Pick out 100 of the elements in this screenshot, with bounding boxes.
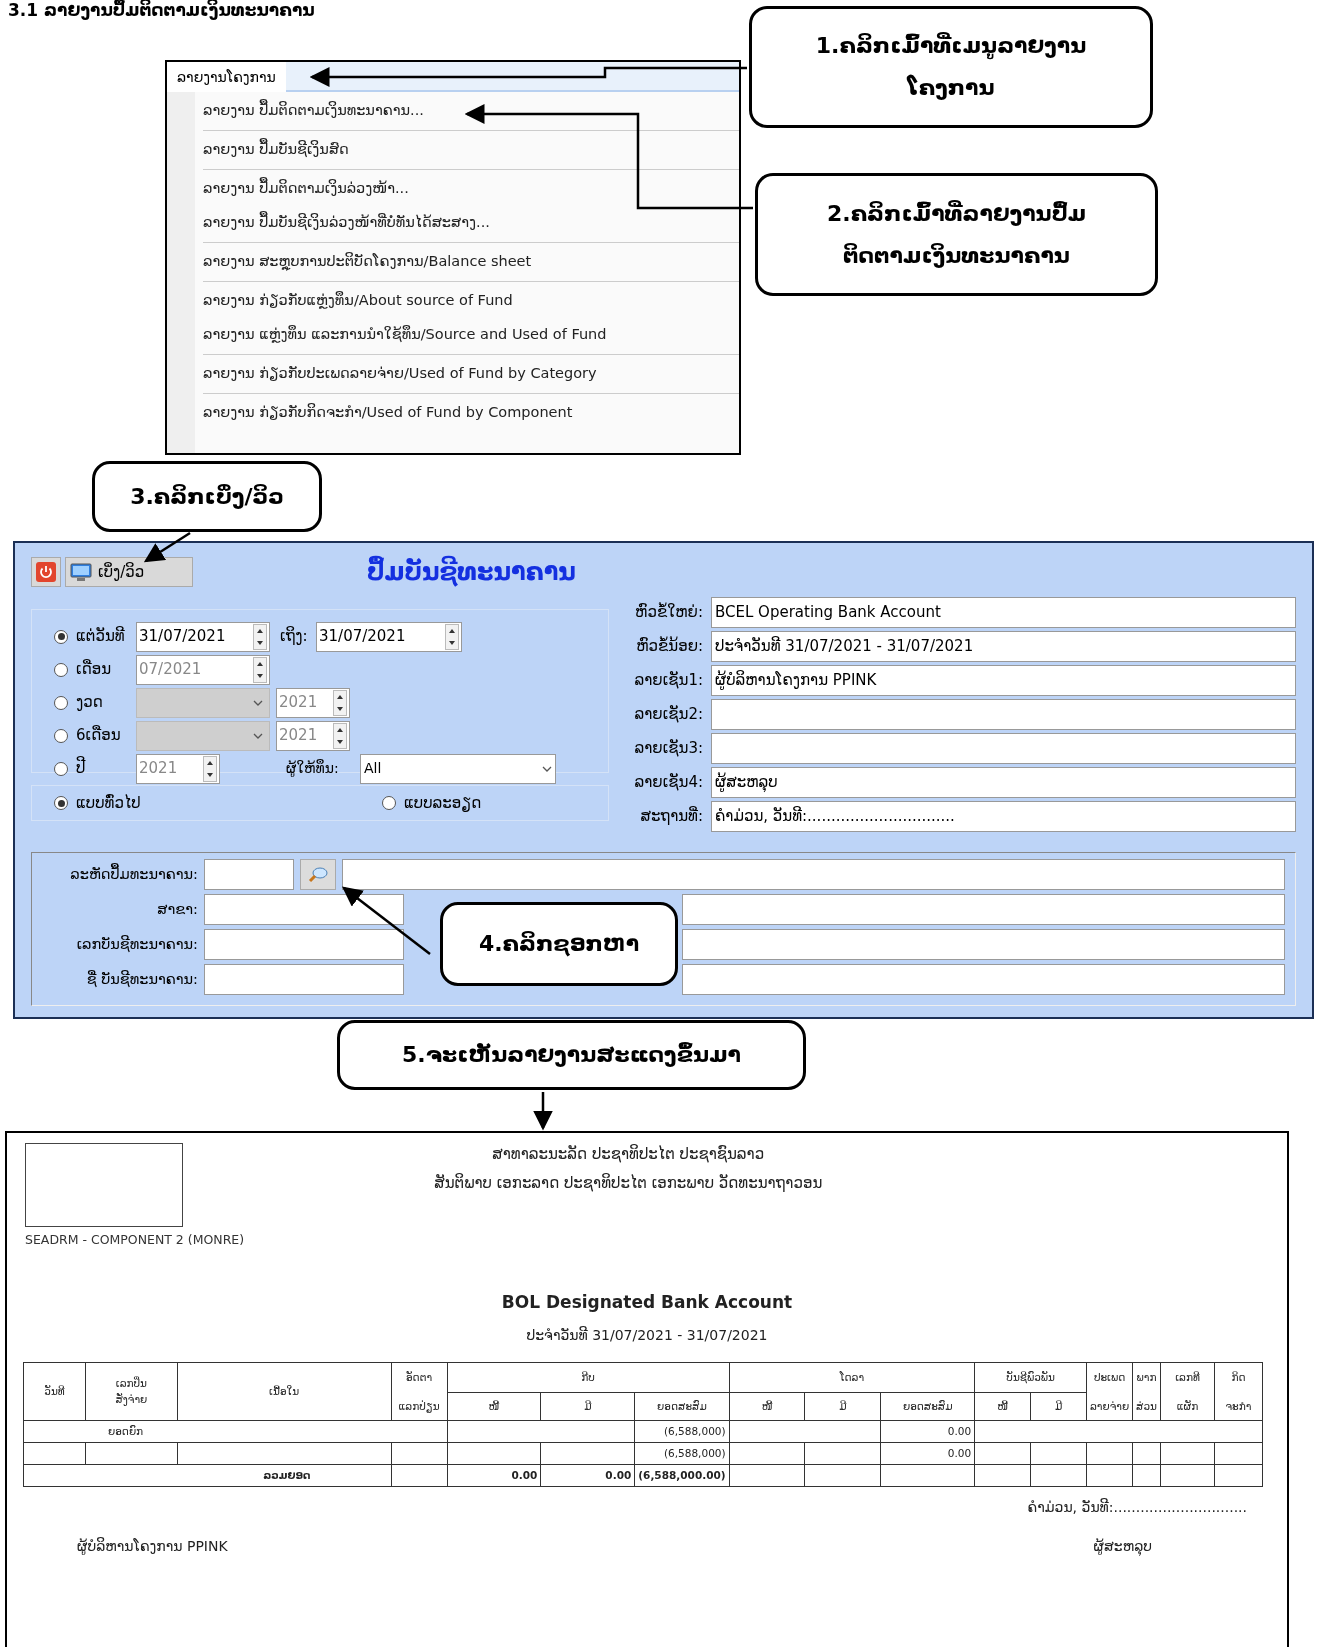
field-label: ຫົວຂໍ້ນ້ອຍ:: [635, 635, 703, 658]
view-button[interactable]: ເບິ່ງ/ວິວ: [65, 557, 193, 587]
year-field[interactable]: 2021: [136, 753, 220, 784]
column-header: ໂດລາ: [729, 1362, 975, 1393]
table-cell: 0.00: [880, 1420, 975, 1443]
column-header: ສ່ວນ: [1132, 1392, 1161, 1421]
page-heading: 3.1 ລາຍງານປຶ້ມຕິດຕາມເງິນທະນາຄານ: [7, 0, 316, 20]
chevron-down-icon: [253, 699, 263, 706]
input-field[interactable]: [204, 894, 404, 925]
radio-button[interactable]: [54, 695, 68, 710]
field-label: ຊື່ ບັນຊີທະນາຄານ:: [85, 969, 198, 989]
radio-button[interactable]: [54, 796, 68, 810]
dropdown-field[interactable]: [136, 687, 270, 718]
column-header: ໜີ້: [974, 1392, 1031, 1421]
menu-item[interactable]: ລາຍງານ ກ່ຽວກັບແຫຼ່ງທຶນ/About source of Fund: [203, 288, 739, 314]
radio-label: ແບບທົ່ວໄປ: [76, 792, 141, 814]
text-field[interactable]: ຜູ້ສະຫລຸບ: [711, 767, 1296, 798]
text-field[interactable]: ຄຳມ່ວນ, ວັນທີ:...............................: [711, 801, 1296, 832]
menu-item[interactable]: ລາຍງານ ປຶ້ມບັນຊີເງິນສົດ: [203, 137, 739, 163]
callout-box: 5.ຈະເຫັນລາຍງານສະແດງຂຶ້ນມາ: [337, 1020, 806, 1090]
report-header-line: ສາທາລະນະລັດ ປະຊາທິປະໄຕ ປະຊາຊົນລາວ: [492, 1143, 765, 1165]
column-header: ມີ: [1030, 1392, 1087, 1421]
radio-button[interactable]: [382, 796, 396, 810]
callout-box: 4.ຄລິກຊອກຫາ: [440, 902, 678, 986]
report-header-line: ສັນຕິພາບ ເອກະລາດ ປະຊາທິປະໄຕ ເອກະພາບ ວັດທະນາຖາວອນ: [434, 1172, 823, 1194]
monitor-icon: [70, 562, 92, 582]
search-button[interactable]: [300, 859, 336, 890]
menu-title[interactable]: ລາຍງານໂຄງການ: [167, 62, 286, 92]
column-header: ໜີ້: [447, 1392, 541, 1421]
table-cell: 0.00: [540, 1464, 635, 1487]
column-header: ຍອດສະສົມ: [880, 1392, 975, 1421]
callout-box: 3.ຄລິກເບິ່ງ/ວິວ: [92, 461, 322, 532]
radio-label: 6ເດືອນ: [76, 724, 122, 747]
input-field[interactable]: [204, 859, 294, 890]
text-field[interactable]: [711, 699, 1296, 730]
input-field[interactable]: [682, 894, 1285, 925]
power-button[interactable]: [31, 557, 61, 587]
radio-label: ງວດ: [76, 692, 104, 714]
column-header: ລາຍຈ່າຍ: [1086, 1392, 1133, 1421]
radio-button[interactable]: [54, 728, 68, 743]
date-field[interactable]: 31/07/2021: [316, 621, 462, 652]
date-field[interactable]: 31/07/2021: [136, 621, 270, 652]
field-label: ເຖິງ:: [280, 625, 309, 648]
column-header: ປະເພດ: [1086, 1362, 1133, 1393]
year-field[interactable]: 2021: [276, 720, 350, 751]
column-header: ພາກ: [1132, 1362, 1161, 1393]
menu-item[interactable]: ລາຍງານ ກ່ຽວກັບປະເພດລາຍຈ່າຍ/Used of Fund by Category: [203, 361, 739, 387]
spinner-icon: [253, 656, 267, 683]
menu-item[interactable]: ລາຍງານ ສະຫຼຸບການປະຕິບັດໂຄງການ/Balance sheet: [203, 249, 739, 275]
radio-label: ແຕ່ວັນທີ: [76, 625, 126, 648]
radio-button[interactable]: [54, 761, 68, 776]
power-icon: [36, 562, 56, 582]
spinner-icon: [445, 623, 459, 650]
year-field[interactable]: 2021: [276, 687, 350, 718]
spinner-icon: [203, 755, 217, 782]
input-field[interactable]: [204, 964, 404, 995]
column-header: ອັດຕາ: [391, 1362, 447, 1393]
input-field[interactable]: [682, 929, 1285, 960]
table-cell: ລວມຍອດ: [23, 1464, 392, 1487]
column-header: ວັນທີ: [23, 1362, 86, 1421]
signature-label: ຜູ້ບໍລິຫານໂຄງການ PPINK: [77, 1536, 228, 1557]
field-label: ລະຫັດປຶ້ມທະນາຄານ:: [69, 863, 198, 884]
field-label: ສາຂາ:: [156, 899, 198, 919]
input-field[interactable]: [204, 929, 404, 960]
month-field[interactable]: 07/2021: [136, 654, 270, 685]
field-label: ເລກບັນຊີທະນາຄານ:: [75, 934, 198, 954]
field-label: ຫົວຂໍ້ໃຫຍ່:: [634, 601, 703, 624]
column-header: ຍອດສະສົມ: [634, 1392, 730, 1421]
field-label: ລາຍເຊັນ1:: [633, 670, 703, 692]
menu-item[interactable]: ລາຍງານ ກ່ຽວກັບກິດຈະກຳ/Used of Fund by Component: [203, 400, 739, 426]
place-date-line: ຄຳມ່ວນ, ວັນທີ:..............................: [1026, 1497, 1247, 1518]
text-field[interactable]: ປະຈຳວັນທີ 31/07/2021 - 31/07/2021: [711, 631, 1296, 662]
search-icon: [308, 865, 328, 884]
radio-button[interactable]: [54, 662, 68, 677]
callout-box: 1.ຄລິກເມົ້າທີ່ເມນູລາຍງານ ໂຄງການ: [749, 6, 1153, 128]
menu-item[interactable]: ລາຍງານ ແຫຼ່ງທຶນ ແລະການນຳໃຊ້ທຶນ/Source and Used of Fund: [203, 322, 739, 348]
column-header: ບັນຊີພົວພັນ: [974, 1362, 1087, 1393]
radio-label: ເດືອນ: [76, 658, 113, 681]
text-field[interactable]: [711, 733, 1296, 764]
input-field[interactable]: [342, 859, 1285, 890]
spinner-icon: [253, 623, 267, 650]
field-label: ຜູ້ໃຫ້ທຶນ:: [286, 758, 340, 779]
column-header: ແລກປ່ຽນ: [391, 1392, 447, 1421]
donor-dropdown[interactable]: All: [360, 753, 556, 784]
table-cell: (6,588,000): [634, 1442, 730, 1465]
menu-item[interactable]: ລາຍງານ ປຶ້ມບັນຊີເງິນລ່ວງໜ້າທີ່ບໍ່ທັນໄດ້ສະສາງ...: [203, 210, 739, 236]
column-header: ເນື້ອໃນ: [177, 1362, 392, 1421]
column-header: ມີ: [540, 1392, 635, 1421]
dropdown-field[interactable]: [136, 720, 270, 751]
chevron-down-icon: [253, 732, 263, 739]
field-label: ລາຍເຊັນ2:: [633, 704, 703, 726]
text-field[interactable]: BCEL Operating Bank Account: [711, 597, 1296, 628]
form-title: ປຶ້ມບັນຊີທະນາຄານ: [367, 554, 576, 590]
signature-label: ຜູ້ສະຫລຸບ: [1093, 1537, 1152, 1558]
radio-button[interactable]: [54, 629, 68, 644]
report-title: BOL Designated Bank Account: [500, 1290, 794, 1314]
text-field[interactable]: ຜູ້ບໍລິຫານໂຄງການ PPINK: [711, 665, 1296, 696]
menu-item[interactable]: ລາຍງານ ປຶ້ມຕິດຕາມເງິນລ່ວງໜ້າ...: [203, 176, 739, 202]
menu-item[interactable]: ລາຍງານ ປຶ້ມຕິດຕາມເງິນທະນາຄານ...: [203, 98, 739, 124]
input-field[interactable]: [682, 964, 1285, 995]
